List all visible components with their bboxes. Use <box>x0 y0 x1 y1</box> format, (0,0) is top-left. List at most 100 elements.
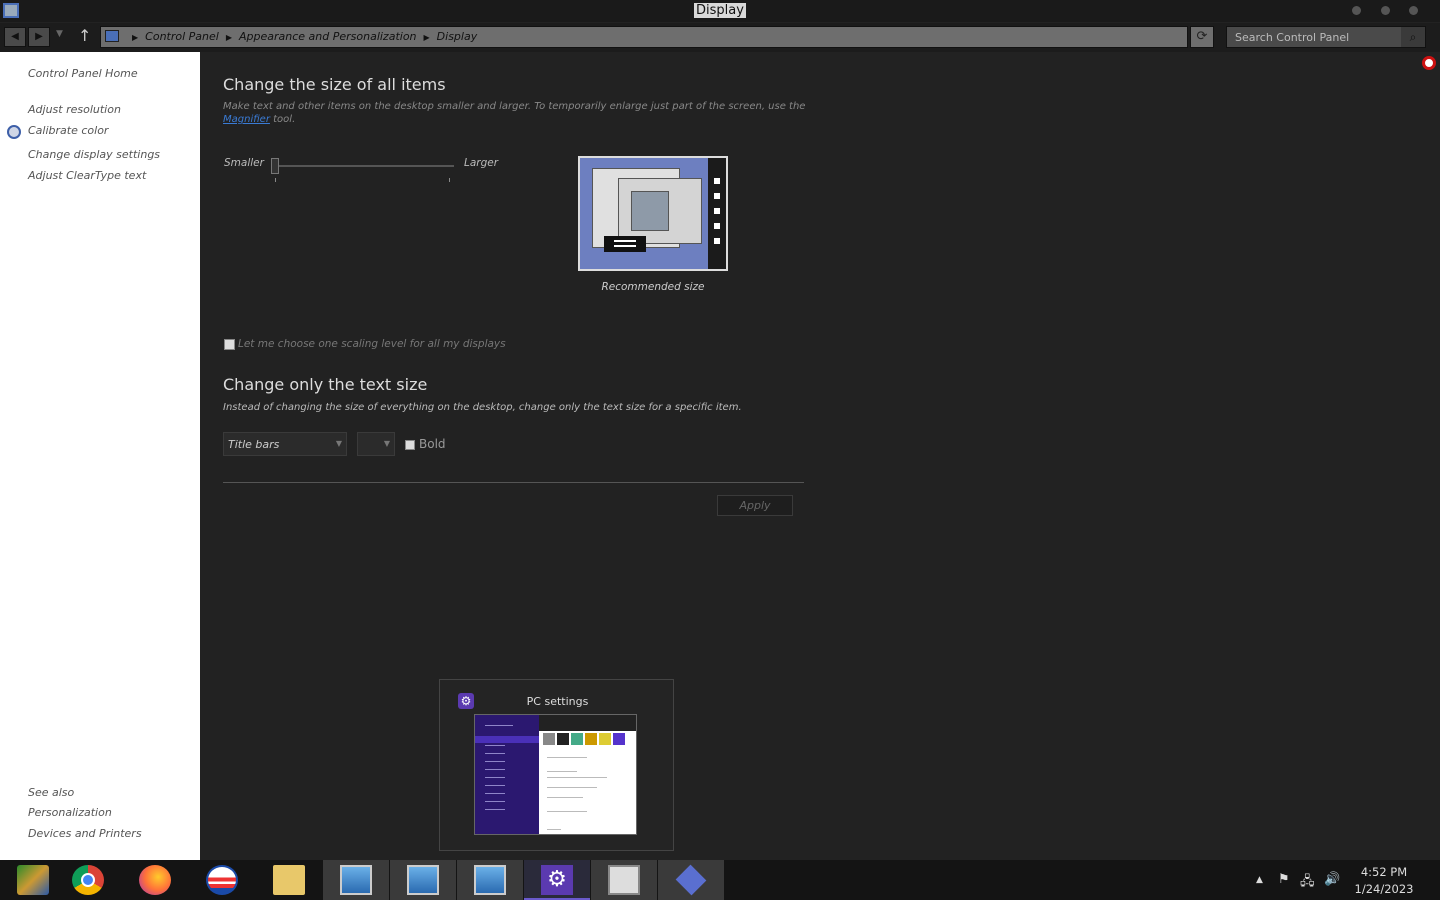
sidebar-item-adjust-resolution[interactable]: Adjust resolution <box>28 103 121 116</box>
back-button[interactable]: ◀ <box>4 27 26 47</box>
taskbar-thumbnail-preview[interactable]: ⚙ PC settings <box>439 679 674 851</box>
action-center-flag-icon[interactable]: ⚑ <box>1278 872 1290 887</box>
breadcrumb-display[interactable]: Display <box>437 30 478 43</box>
bold-checkbox[interactable] <box>405 440 415 450</box>
taskbar-firefox[interactable] <box>122 860 188 900</box>
pc-settings-icon: ⚙ <box>541 865 573 895</box>
remote-desktop-icon <box>340 865 372 895</box>
see-also-personalization-link[interactable]: Personalization <box>28 806 112 819</box>
one-scaling-level-checkbox[interactable] <box>224 339 235 350</box>
thumbnail-nav-pane <box>475 715 539 834</box>
window-title: Display <box>694 3 746 18</box>
title-bar: Display <box>0 0 1440 22</box>
bold-label: Bold <box>419 437 446 451</box>
search-input[interactable] <box>1227 27 1399 47</box>
breadcrumb-separator-icon[interactable]: ▶ <box>424 33 430 42</box>
thumbnail-title: PC settings <box>526 695 589 708</box>
control-panel-home-link[interactable]: Control Panel Home <box>28 67 138 80</box>
forward-button[interactable]: ▶ <box>28 27 50 47</box>
sidebar-item-change-display-settings[interactable]: Change display settings <box>28 148 160 161</box>
breadcrumb-separator-icon[interactable]: ▶ <box>226 33 232 42</box>
slider-tick <box>449 178 450 182</box>
text-item-select-value: Title bars <box>228 438 280 451</box>
clock-date: 1/24/2023 <box>1354 882 1414 896</box>
file-explorer-icon <box>273 865 305 895</box>
chevron-down-icon: ▼ <box>335 439 342 448</box>
scale-slider-thumb[interactable] <box>271 158 279 174</box>
maximize-button[interactable] <box>1381 6 1390 15</box>
recent-locations-icon[interactable]: ▼ <box>56 29 63 39</box>
chrome-icon <box>72 865 104 895</box>
up-arrow-icon[interactable]: ↑ <box>78 26 91 45</box>
close-panel-icon[interactable] <box>1422 56 1436 70</box>
scale-slider-track[interactable] <box>274 165 454 167</box>
clock[interactable]: 4:52 PM 1/24/2023 <box>1348 864 1420 898</box>
slider-tick <box>275 178 276 182</box>
sidebar-item-adjust-cleartype[interactable]: Adjust ClearType text <box>28 169 146 182</box>
store-icon <box>608 865 640 895</box>
control-panel-icon <box>17 865 49 895</box>
taskbar-campaign-app[interactable] <box>189 860 255 900</box>
firefox-icon <box>139 865 171 895</box>
diamond-app-icon <box>675 864 707 896</box>
shield-icon <box>7 125 21 139</box>
remote-desktop-icon <box>474 865 506 895</box>
breadcrumb-separator-icon[interactable]: ▶ <box>132 33 138 42</box>
sidebar: Control Panel Home Adjust resolution Cal… <box>0 52 200 860</box>
address-toolbar: ◀ ▶ ▼ ↑ ▶ Control Panel ▶ Appearance and Pe… <box>0 23 1440 52</box>
refresh-icon[interactable]: ⟳ <box>1190 26 1214 48</box>
obama-campaign-icon <box>206 865 238 895</box>
search-icon[interactable]: ⌕ <box>1401 27 1425 47</box>
font-size-select[interactable]: ▼ <box>357 432 395 456</box>
scale-preview-image <box>578 156 728 271</box>
thumbnail-header-image <box>539 715 636 731</box>
network-icon[interactable]: 🖧 <box>1300 872 1315 894</box>
taskbar-remote-desktop-1[interactable] <box>323 860 389 900</box>
taskbar-pc-settings[interactable]: ⚙ <box>524 860 590 900</box>
slider-min-label: Smaller <box>224 157 264 169</box>
chevron-down-icon: ▼ <box>383 439 390 448</box>
see-also-heading: See also <box>28 786 75 799</box>
section-heading-size-all: Change the size of all items <box>223 75 446 94</box>
preview-picture <box>631 191 669 231</box>
taskbar-chrome[interactable] <box>55 860 121 900</box>
preview-window <box>618 178 702 244</box>
divider <box>223 482 804 483</box>
preview-caption: Recommended size <box>601 281 705 293</box>
see-also-devices-printers-link[interactable]: Devices and Printers <box>28 827 142 840</box>
control-panel-icon <box>105 30 119 42</box>
sidebar-item-calibrate-color[interactable]: Calibrate color <box>28 124 108 137</box>
breadcrumb-control-panel[interactable]: Control Panel <box>145 30 219 43</box>
preview-sidebar <box>708 158 726 269</box>
section-description: Make text and other items on the desktop… <box>223 101 806 112</box>
section-heading-text-size: Change only the text size <box>223 375 428 394</box>
taskbar-diamond-app[interactable] <box>658 860 724 900</box>
volume-icon[interactable]: 🔊 <box>1324 872 1340 887</box>
taskbar-remote-desktop-3[interactable] <box>457 860 523 900</box>
text-item-select[interactable]: Title bars ▼ <box>223 432 347 456</box>
one-scaling-level-label: Let me choose one scaling level for all … <box>238 338 506 350</box>
taskbar: ⚙ ▲ ⚑ 🖧 🔊 4:52 PM 1/24/2023 <box>0 860 1440 900</box>
magnifier-line: Magnifier tool. <box>223 113 295 126</box>
apply-button[interactable]: Apply <box>717 495 793 516</box>
slider-max-label: Larger <box>464 157 499 169</box>
close-button[interactable] <box>1409 6 1418 15</box>
taskbar-file-explorer[interactable] <box>256 860 322 900</box>
preview-taskbar <box>604 236 646 252</box>
address-field[interactable]: ▶ Control Panel ▶ Appearance and Personaliz… <box>100 26 1188 48</box>
show-hidden-icons-icon[interactable]: ▲ <box>1256 875 1263 885</box>
minimize-button[interactable] <box>1352 6 1361 15</box>
thumbnail-screenshot <box>474 714 637 835</box>
main-panel: Change the size of all items Make text a… <box>200 52 1440 860</box>
system-tray: ▲ ⚑ 🖧 🔊 4:52 PM 1/24/2023 <box>1250 860 1440 900</box>
remote-desktop-icon <box>407 865 439 895</box>
magnifier-line-end: tool. <box>273 114 296 125</box>
magnifier-link[interactable]: Magnifier <box>223 114 270 125</box>
breadcrumb-appearance[interactable]: Appearance and Personalization <box>239 30 417 43</box>
text-size-description: Instead of changing the size of everythi… <box>223 402 742 413</box>
search-box[interactable]: ⌕ <box>1226 26 1426 48</box>
taskbar-remote-desktop-2[interactable] <box>390 860 456 900</box>
taskbar-store[interactable] <box>591 860 657 900</box>
clock-time: 4:52 PM <box>1360 865 1408 879</box>
breadcrumb: ▶ Control Panel ▶ Appearance and Personaliz… <box>125 30 477 43</box>
